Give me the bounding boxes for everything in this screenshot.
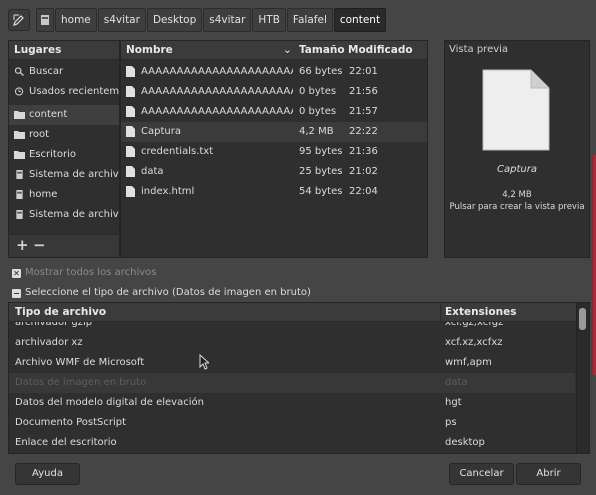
crumb-desktop[interactable]: Desktop	[146, 8, 203, 32]
recent-icon	[14, 87, 24, 96]
file-icon	[126, 166, 135, 177]
crumb-htb[interactable]: HTB	[252, 8, 286, 32]
edit-path-button[interactable]	[8, 9, 30, 31]
place-filesystem-2[interactable]: Sistema de archivos	[9, 205, 119, 225]
type-row[interactable]: archivador gzip xcf.gz,xcfgz	[9, 322, 575, 333]
file-icon	[126, 186, 135, 197]
open-button[interactable]: Abrir	[516, 463, 581, 485]
preview-file-size: 4,2 MB	[502, 190, 532, 200]
show-all-files-checkbox[interactable]: ✕ Mostrar todos los archivos	[12, 267, 156, 278]
file-icon	[126, 106, 135, 117]
file-row-selected[interactable]: Captura 4,2 MB 22:22	[121, 122, 427, 142]
folder-icon	[14, 151, 25, 159]
folder-icon	[14, 111, 25, 119]
column-size-header[interactable]: Tamaño	[299, 44, 345, 56]
place-content[interactable]: content	[9, 105, 119, 125]
add-place-button[interactable]: +	[16, 236, 29, 254]
preview-hint: Pulsar para crear la vista previa	[449, 202, 585, 212]
file-row[interactable]: AAAAAAAAAAAAAAAAAAAAAAAAAAAA 0 bytes 21:…	[121, 82, 427, 102]
file-icon	[126, 146, 135, 157]
places-panel: Lugares Buscar Usados recientemente cont…	[8, 40, 120, 258]
places-toolbar: + −	[9, 234, 119, 257]
type-row[interactable]: Archivo WMF de Microsoft wmf,apm	[9, 353, 575, 373]
column-extensions-header[interactable]: Extensiones	[445, 306, 516, 318]
crumb-s4vitar[interactable]: s4vitar	[97, 8, 146, 32]
file-row[interactable]: index.html 54 bytes 22:04	[121, 182, 427, 202]
file-row[interactable]: credentials.txt 95 bytes 21:36	[121, 142, 427, 162]
file-row[interactable]: AAAAAAAAAAAAAAAAAAAAAAAAAAAA 66 bytes 22…	[121, 62, 427, 82]
preview-title: Vista previa	[449, 44, 509, 55]
drive-icon	[16, 170, 23, 179]
help-button[interactable]: Ayuda	[15, 463, 80, 485]
search-icon	[14, 67, 24, 76]
type-row[interactable]: Datos del modelo digital de elevación hg…	[9, 393, 575, 413]
crumb-content[interactable]: content	[333, 8, 387, 32]
preview-panel[interactable]: Vista previa Captura 4,2 MB Pulsar para …	[444, 40, 590, 258]
select-file-type-expander[interactable]: − Seleccione el tipo de archivo (Datos de…	[12, 287, 311, 298]
places-header: Lugares	[14, 44, 62, 56]
column-modified-header[interactable]: Modificado	[348, 44, 413, 56]
type-row-selected[interactable]: Datos de imagen en bruto data	[9, 373, 575, 393]
drive-icon	[41, 15, 49, 25]
pencil-icon	[13, 14, 24, 26]
file-list-panel: Nombre ⌄ Tamaño Modificado AAAAAAAAAAAAA…	[120, 40, 428, 258]
file-type-list: Tipo de archivo Extensiones archivador g…	[8, 302, 590, 454]
crumb-falafel[interactable]: Falafel	[286, 8, 333, 32]
crumb-root-button[interactable]	[36, 8, 54, 32]
crumb-home[interactable]: home	[55, 8, 97, 32]
file-icon	[126, 66, 135, 77]
drive-icon	[16, 210, 23, 219]
crumb-s4vitar-2[interactable]: s4vitar	[203, 8, 252, 32]
preview-file-name: Captura	[497, 164, 537, 175]
file-icon	[126, 126, 135, 137]
breadcrumb: home s4vitar Desktop s4vitar HTB Falafel…	[36, 8, 387, 32]
column-type-header[interactable]: Tipo de archivo	[15, 306, 106, 318]
cancel-button[interactable]: Cancelar	[449, 463, 514, 485]
mouse-cursor-icon	[199, 354, 209, 370]
drive-icon	[16, 190, 23, 199]
type-row[interactable]: archivador xz xcf.xz,xcfxz	[9, 333, 575, 353]
place-home[interactable]: home	[9, 185, 119, 205]
folder-icon	[14, 131, 25, 139]
close-icon: ✕	[12, 269, 21, 278]
scrollbar-thumb[interactable]	[579, 308, 586, 330]
place-root[interactable]: root	[9, 125, 119, 145]
file-icon	[126, 86, 135, 97]
column-name-header[interactable]: Nombre	[126, 44, 173, 56]
file-icon	[482, 69, 550, 151]
file-row[interactable]: AAAAAAAAAAAAAAAAAAAAAAAAAAAA 0 bytes 21:…	[121, 102, 427, 122]
remove-place-button[interactable]: −	[33, 236, 46, 254]
place-recent[interactable]: Usados recientemente	[9, 82, 119, 102]
place-filesystem[interactable]: Sistema de archivos	[9, 165, 119, 185]
type-list-scrollbar[interactable]	[576, 303, 589, 453]
place-escritorio[interactable]: Escritorio	[9, 145, 119, 165]
type-row[interactable]: Enlace del escritorio desktop	[9, 433, 575, 453]
file-row[interactable]: data 25 bytes 21:02	[121, 162, 427, 182]
chevron-down-icon[interactable]: ⌄	[283, 44, 292, 56]
collapse-icon: −	[12, 289, 21, 298]
type-row[interactable]: Documento PostScript ps	[9, 413, 575, 433]
place-search[interactable]: Buscar	[9, 62, 119, 82]
